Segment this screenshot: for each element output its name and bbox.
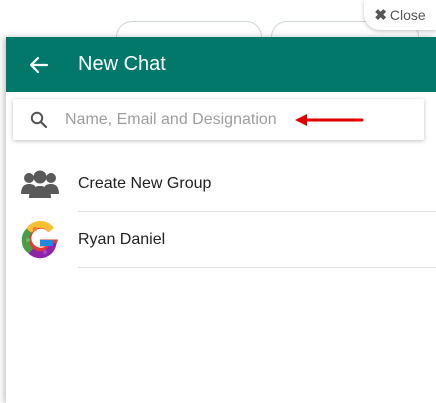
- red-arrow-annotation: [295, 114, 364, 126]
- back-button[interactable]: [12, 37, 66, 92]
- list-item-create-new-group[interactable]: Create New Group: [6, 156, 436, 212]
- divider: [78, 267, 436, 268]
- list-item-label: Ryan Daniel: [78, 231, 166, 248]
- close-x-icon: ✖: [374, 6, 387, 24]
- search-box[interactable]: [13, 99, 424, 140]
- new-chat-panel: New Chat Create New Group: [6, 37, 436, 403]
- colorful-letter-g-avatar: [18, 218, 62, 262]
- group-icon: [18, 162, 62, 206]
- close-button[interactable]: ✖ Close: [364, 0, 436, 30]
- search-icon: [13, 99, 65, 140]
- panel-header: New Chat: [6, 37, 436, 92]
- arrow-left-icon: [29, 56, 49, 73]
- close-label: Close: [389, 7, 426, 23]
- list-item-ryan-daniel[interactable]: Ryan Daniel: [6, 212, 436, 268]
- page-title: New Chat: [78, 53, 166, 75]
- list-item-label: Create New Group: [78, 175, 212, 192]
- search-input[interactable]: [65, 110, 285, 129]
